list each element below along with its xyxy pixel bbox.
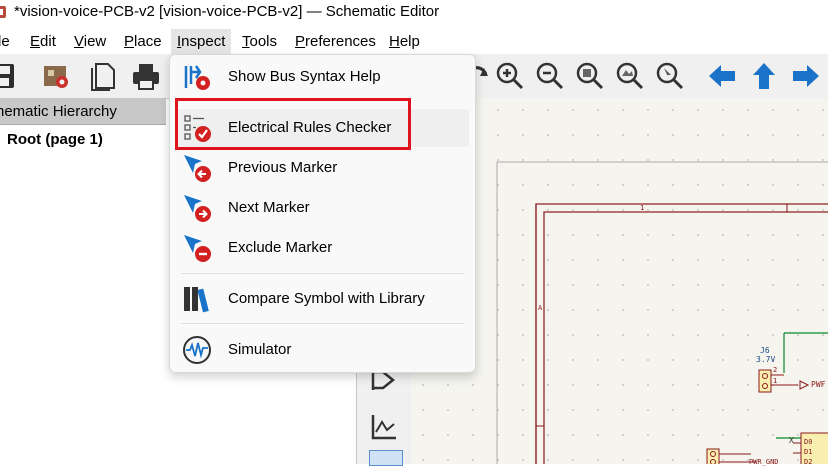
highlight-annotation-box xyxy=(175,98,411,150)
pin-d0: D0 xyxy=(804,438,813,446)
exclude-marker-icon xyxy=(184,235,211,262)
menu-separator xyxy=(181,323,464,324)
frame-column-label: 1 xyxy=(640,204,645,212)
pin-number-1: 1 xyxy=(773,377,778,385)
menu-item-show-bus-syntax-help[interactable]: Show Bus Syntax Help xyxy=(176,58,469,96)
zoom-fit-icon[interactable] xyxy=(574,60,606,92)
menu-place[interactable]: Place xyxy=(124,33,162,50)
net-label: PWF xyxy=(811,380,826,389)
zoom-in-icon[interactable] xyxy=(494,60,526,92)
arrow-up-icon[interactable] xyxy=(748,60,780,92)
arrow-right-icon[interactable] xyxy=(790,60,822,92)
compare-library-icon xyxy=(184,287,209,313)
menu-item-simulator[interactable]: Simulator xyxy=(176,331,469,369)
pin-number-2: 2 xyxy=(773,366,778,374)
menu-item-previous-marker[interactable]: Previous Marker xyxy=(176,149,469,187)
menu-separator xyxy=(181,273,464,274)
plot-icon[interactable] xyxy=(369,412,399,442)
zoom-out-icon[interactable] xyxy=(534,60,566,92)
menu-edit[interactable]: Edit xyxy=(30,33,56,50)
bus-syntax-help-icon xyxy=(184,65,210,90)
pin-d1: D1 xyxy=(804,448,813,456)
hierarchy-root-item[interactable]: Root (page 1) xyxy=(7,131,103,148)
menu-bar: le Edit View Place Inspect Tools Prefere… xyxy=(0,28,828,55)
title-bar: *vision-voice-PCB-v2 [vision-voice-PCB-v… xyxy=(0,0,828,26)
simulator-icon xyxy=(183,336,211,364)
pin-d2: D2 xyxy=(804,458,813,466)
menu-tools[interactable]: Tools xyxy=(242,33,277,50)
window-title: *vision-voice-PCB-v2 [vision-voice-PCB-v… xyxy=(14,3,440,20)
hierarchy-title: hematic Hierarchy xyxy=(0,103,117,120)
no-connect-mark: X xyxy=(789,436,794,445)
menu-item-compare-symbol-with-library[interactable]: Compare Symbol with Library xyxy=(176,280,469,318)
save-icon[interactable] xyxy=(0,60,20,92)
frame-row-label: A xyxy=(538,304,543,312)
print-icon[interactable] xyxy=(130,60,162,92)
app-icon xyxy=(0,6,6,18)
zoom-objects-icon[interactable] xyxy=(614,60,646,92)
arrow-left-icon[interactable] xyxy=(706,60,738,92)
menu-help[interactable]: Help xyxy=(389,33,420,50)
menu-view[interactable]: View xyxy=(74,33,106,50)
previous-marker-icon xyxy=(184,155,211,182)
menu-item-exclude-marker[interactable]: Exclude Marker xyxy=(176,229,469,267)
next-marker-icon xyxy=(184,195,211,222)
menu-preferences[interactable]: Preferences xyxy=(295,33,376,50)
net-label-2: PWR_GND xyxy=(749,458,779,466)
component-reference: J6 xyxy=(760,346,770,355)
page-settings-icon[interactable] xyxy=(88,60,120,92)
menu-file[interactable]: le xyxy=(0,33,10,50)
menu-item-next-marker[interactable]: Next Marker xyxy=(176,189,469,227)
hierarchy-header: hematic Hierarchy xyxy=(0,98,166,125)
schematic-setup-icon[interactable] xyxy=(40,60,72,92)
menu-inspect[interactable]: Inspect xyxy=(171,29,232,55)
component-value: 3.7V xyxy=(756,355,776,364)
zoom-selection-icon[interactable] xyxy=(654,60,686,92)
